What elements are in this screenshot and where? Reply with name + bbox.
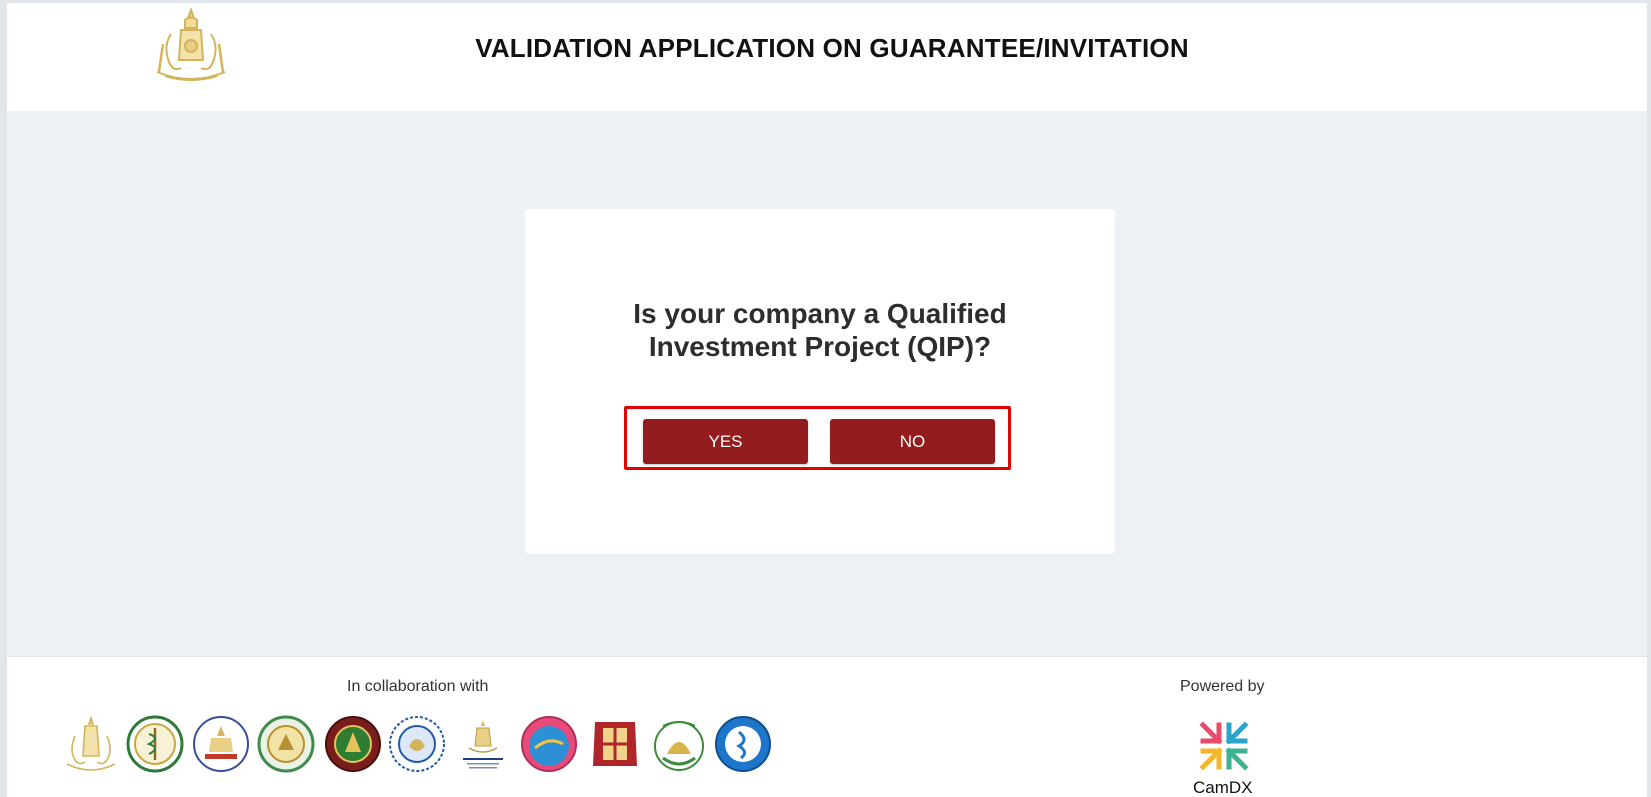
ministry-logo-5 [325,716,381,772]
ministry-logo-8 [521,716,577,772]
ministry-logo-10 [654,721,704,771]
no-button[interactable]: NO [830,419,995,464]
partner-logos [61,714,791,776]
mfaic-logo [463,720,503,769]
ministry-logo-9 [593,722,637,766]
camdx-name: CamDX [1193,778,1253,797]
ministry-logo-11 [715,716,771,772]
qip-question-card: Is your company a Qualified Investment P… [525,209,1115,554]
app-frame: VALIDATION APPLICATION ON GUARANTEE/INVI… [7,3,1647,797]
header: VALIDATION APPLICATION ON GUARANTEE/INVI… [7,3,1647,111]
powered-by-label: Powered by [1180,678,1265,695]
page-title: VALIDATION APPLICATION ON GUARANTEE/INVI… [7,33,1647,64]
collaboration-label: In collaboration with [347,678,489,695]
ministry-logo-3 [193,716,249,772]
footer: In collaboration with Powered by CamDX [7,656,1647,797]
qip-question-text: Is your company a Qualified Investment P… [633,298,1007,362]
camdx-logo-icon [1199,721,1249,771]
ministry-of-health-logo [126,715,184,773]
yes-button[interactable]: YES [643,419,808,464]
ministry-logo-4 [257,715,315,773]
page-title-text: VALIDATION APPLICATION ON GUARANTEE/INVI… [475,33,1189,63]
royal-arms-logo [66,715,116,771]
answer-button-group: YES NO [624,406,1011,470]
ministry-logo-6 [389,716,445,772]
